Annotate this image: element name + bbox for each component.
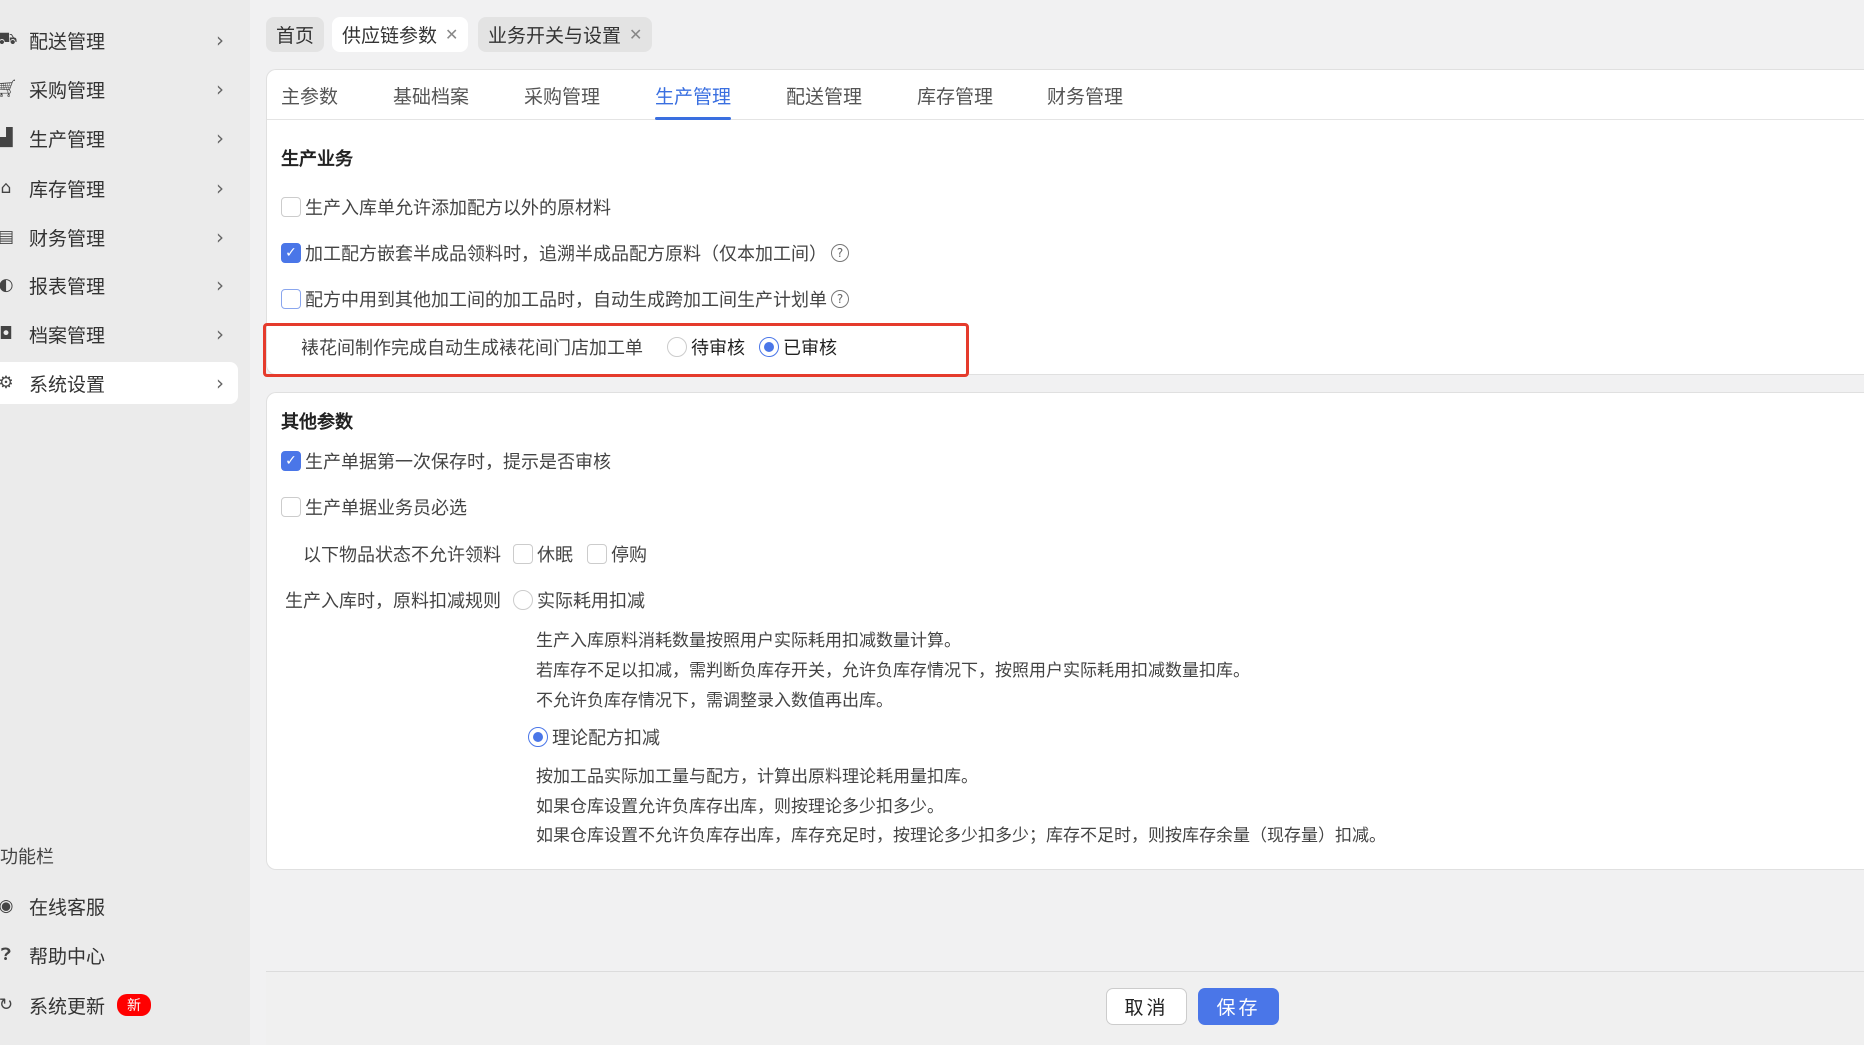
- option-deduction-rule: 生产入库时，原料扣减规则 实际耗用扣减: [285, 587, 645, 613]
- headset-icon: ◉: [0, 896, 14, 916]
- close-icon[interactable]: ✕: [629, 25, 642, 44]
- tab-label: 首页: [276, 25, 315, 47]
- tab-basic-archive[interactable]: 基础档案: [393, 82, 469, 109]
- checkbox-label: 休眠: [537, 545, 573, 566]
- description: 如果仓库设置不允许负库存出库，库存充足时，按理论多少扣多少；库存不足时，则按库存…: [536, 826, 1386, 846]
- finance-icon: ▤: [0, 227, 15, 247]
- sidebar-item-finance[interactable]: ▤ 财务管理 ›: [0, 216, 238, 258]
- archive-icon: ◘: [0, 324, 13, 344]
- option-label: 生产单据业务员必选: [305, 498, 467, 519]
- gear-icon: ⚙: [0, 373, 14, 393]
- option-extra-materials[interactable]: 生产入库单允许添加配方以外的原材料: [281, 194, 611, 220]
- tab-main-params[interactable]: 主参数: [281, 82, 338, 109]
- option-label: 生产单据第一次保存时，提示是否审核: [305, 452, 611, 473]
- help-icon[interactable]: ?: [831, 244, 849, 262]
- truck-icon: ⛟: [0, 29, 18, 49]
- top-tab-home[interactable]: 首页: [266, 17, 325, 52]
- tab-purchase[interactable]: 采购管理: [524, 82, 600, 109]
- option-label: 配方中用到其他加工间的加工品时，自动生成跨加工间生产计划单: [305, 290, 827, 311]
- help-icon[interactable]: ?: [831, 290, 849, 308]
- tab-label: 供应链参数: [342, 25, 438, 47]
- option-label: 生产入库单允许添加配方以外的原材料: [305, 198, 611, 219]
- option-label: 加工配方嵌套半成品领料时，追溯半成品配方原料（仅本加工间）: [305, 244, 827, 265]
- sidebar-tool-update[interactable]: ↻ 系统更新新: [0, 984, 238, 1026]
- footer: [266, 972, 1864, 1045]
- save-button[interactable]: 保存: [1198, 988, 1279, 1025]
- tab-production[interactable]: 生产管理: [655, 82, 732, 120]
- description: 如果仓库设置允许负库存出库，则按理论多少扣多少。: [536, 797, 944, 817]
- description: 生产入库原料消耗数量按照用户实际耗用扣减数量计算。: [536, 631, 961, 651]
- checkbox[interactable]: [281, 497, 301, 517]
- toolbar-section-label: 功能栏: [0, 847, 54, 868]
- question-icon: ❓︎: [0, 945, 12, 965]
- top-tab-business-switches[interactable]: 业务开关与设置 ✕: [478, 17, 653, 52]
- option-item-status: 以下物品状态不允许领料 休眠 停购: [303, 541, 647, 567]
- option-theoretical[interactable]: 理论配方扣减: [528, 724, 660, 750]
- option-salesperson-required[interactable]: 生产单据业务员必选: [281, 494, 467, 520]
- sidebar-item-purchase[interactable]: 🛒︎ 采购管理 ›: [0, 68, 238, 110]
- refresh-icon: ↻: [0, 995, 14, 1015]
- sidebar: ⛟ 配送管理 › 🛒︎ 采购管理 › ▟ 生产管理 › ⌂ 库存管理 › ▤ 财务管理 › ◐ 报表管…: [0, 0, 250, 1045]
- option-label: 以下物品状态不允许领料: [303, 545, 501, 566]
- checkbox-checked[interactable]: ✓: [281, 451, 301, 471]
- sidebar-item-archive[interactable]: ◘ 档案管理 ›: [0, 313, 238, 355]
- other-params-panel: 其他参数 ✓ 生产单据第一次保存时，提示是否审核 生产单据业务员必选 以下物品状态…: [266, 392, 1864, 870]
- warehouse-icon: ⌂: [0, 178, 12, 198]
- sidebar-item-reports[interactable]: ◐ 报表管理 ›: [0, 264, 238, 306]
- checkbox[interactable]: [281, 289, 301, 309]
- checkbox-label: 停购: [611, 545, 647, 566]
- cancel-button[interactable]: 取消: [1106, 988, 1187, 1025]
- description: 按加工品实际加工量与配方，计算出原料理论耗用量扣库。: [536, 767, 978, 787]
- description: 若库存不足以扣减，需判断负库存开关，允许负库存情况下，按照用户实际耗用扣减数量扣…: [536, 661, 1250, 681]
- chevron-right-icon: ›: [216, 28, 224, 52]
- option-label: 生产入库时，原料扣减规则: [285, 591, 501, 612]
- panel-tab-bar: 主参数 基础档案 采购管理 生产管理 配送管理 库存管理 财务管理: [267, 70, 1864, 120]
- option-cross-workshop-plan[interactable]: 配方中用到其他加工间的加工品时，自动生成跨加工间生产计划单?: [281, 286, 849, 312]
- option-prompt-approve[interactable]: ✓ 生产单据第一次保存时，提示是否审核: [281, 448, 611, 474]
- top-tab-supply-chain-params[interactable]: 供应链参数 ✕: [332, 17, 469, 52]
- chevron-right-icon: ›: [216, 371, 224, 395]
- checkbox-checked[interactable]: ✓: [281, 243, 301, 263]
- checkbox-stop-purchase[interactable]: [587, 544, 607, 564]
- chevron-right-icon: ›: [216, 77, 224, 101]
- chevron-right-icon: ›: [216, 176, 224, 200]
- radio-label[interactable]: 实际耗用扣减: [537, 587, 645, 613]
- checkbox[interactable]: [281, 197, 301, 217]
- chevron-right-icon: ›: [216, 126, 224, 150]
- sidebar-item-inventory[interactable]: ⌂ 库存管理 ›: [0, 167, 238, 209]
- radio-actual[interactable]: [513, 590, 533, 610]
- sidebar-item-production[interactable]: ▟ 生产管理 ›: [0, 117, 238, 159]
- new-badge: 新: [117, 994, 152, 1016]
- description: 不允许负库存情况下，需调整录入数值再出库。: [536, 691, 893, 711]
- close-icon[interactable]: ✕: [445, 25, 458, 44]
- sidebar-item-delivery[interactable]: ⛟ 配送管理 ›: [0, 19, 238, 61]
- tab-finance[interactable]: 财务管理: [1047, 82, 1123, 109]
- radio-theoretical[interactable]: [528, 727, 548, 747]
- checkbox-dormant[interactable]: [513, 544, 533, 564]
- chevron-right-icon: ›: [216, 322, 224, 346]
- radio-label: 理论配方扣减: [552, 728, 660, 749]
- highlight-box: [263, 323, 969, 377]
- sidebar-tool-support[interactable]: ◉ 在线客服: [0, 885, 238, 927]
- option-trace-semi-finished[interactable]: ✓ 加工配方嵌套半成品领料时，追溯半成品配方原料（仅本加工间）?: [281, 240, 849, 266]
- section-title: 生产业务: [281, 149, 353, 170]
- cart-icon: 🛒︎: [0, 79, 18, 99]
- sidebar-item-settings[interactable]: ⚙ 系统设置 ›: [0, 362, 238, 404]
- globe-icon: ◐: [0, 275, 14, 295]
- chevron-right-icon: ›: [216, 273, 224, 297]
- section-title: 其他参数: [281, 412, 353, 433]
- sidebar-tool-help[interactable]: ❓︎ 帮助中心: [0, 934, 238, 976]
- chart-icon: ▟: [0, 128, 13, 148]
- tab-inventory[interactable]: 库存管理: [917, 82, 993, 109]
- chevron-right-icon: ›: [216, 225, 224, 249]
- tab-label: 业务开关与设置: [488, 25, 622, 47]
- tab-delivery[interactable]: 配送管理: [786, 82, 862, 109]
